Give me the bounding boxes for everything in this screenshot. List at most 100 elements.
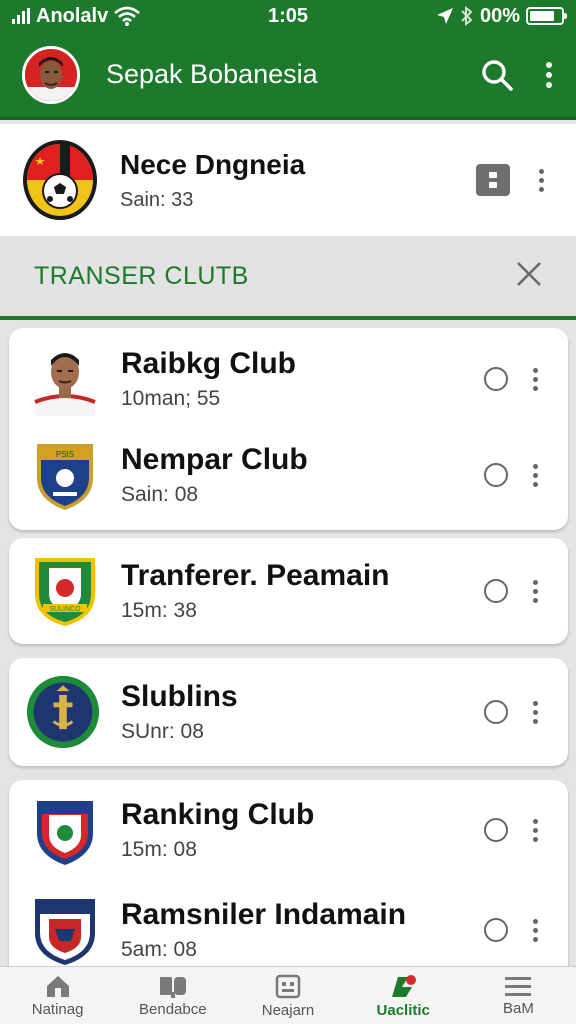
bluetooth-icon	[461, 6, 473, 26]
club-radio[interactable]	[484, 463, 508, 487]
selected-club-more-icon[interactable]	[526, 168, 556, 192]
club-subtitle: SUnr: 08	[121, 720, 204, 743]
nav-item-book[interactable]: Bendabce	[115, 967, 230, 1024]
club-name: Tranferer. Peamain	[121, 559, 390, 592]
club-text: Ranking Club 15m: 08	[121, 798, 314, 862]
section-title: TRANSER CLUTB	[34, 261, 249, 290]
club-card: Ranking Club 15m: 08 Ramsniler Indamain …	[9, 780, 568, 980]
club-row[interactable]: Raibkg Club 10man; 55	[9, 331, 568, 427]
club-more-icon[interactable]	[520, 367, 550, 391]
location-arrow-icon	[436, 8, 453, 24]
club-more-icon[interactable]	[520, 579, 550, 603]
club-text: Slublins SUnr: 08	[121, 680, 238, 744]
club-row[interactable]: SULINCO Tranferer. Peamain 15m: 38	[9, 538, 568, 644]
club-subtitle: 10man; 55	[121, 387, 221, 410]
nav-label: Bendabce	[139, 1000, 207, 1018]
battery-percent: 00%	[479, 4, 520, 27]
svg-text:PSIS: PSIS	[56, 450, 74, 459]
club-name: Slublins	[121, 680, 238, 713]
book-icon	[159, 976, 186, 998]
green-shield-crest-icon: SULINCO	[35, 558, 95, 626]
close-button[interactable]	[516, 261, 542, 292]
nav-item-home[interactable]: Natinag	[0, 967, 115, 1024]
round-blue-crest-icon	[26, 675, 100, 749]
club-subtitle: 15m: 08	[121, 838, 197, 861]
club-subtitle: 5am: 08	[121, 938, 197, 961]
wifi-icon	[114, 6, 141, 26]
club-text: Nempar Club Sain: 08	[121, 443, 308, 507]
navy-shield-crest-icon	[35, 899, 95, 965]
club-name: Ranking Club	[121, 798, 315, 831]
club-crest-icon	[23, 140, 97, 220]
signal-icon	[12, 8, 30, 24]
nav-label: Uaclitic	[376, 1001, 430, 1019]
menu-icon	[505, 976, 532, 996]
club-radio[interactable]	[484, 579, 508, 603]
club-row[interactable]: Ramsniler Indamain 5am: 08	[9, 880, 568, 980]
selected-club-subtitle: Sain: 33	[120, 188, 194, 211]
battery-icon	[526, 7, 567, 25]
selected-club-name: Nece Dngneia	[120, 148, 306, 180]
selected-club-text: Nece Dngneia Sain: 33	[120, 149, 305, 212]
search-button[interactable]	[480, 58, 514, 92]
club-text: Tranferer. Peamain 15m: 38	[121, 559, 389, 623]
club-name: Nempar Club	[121, 443, 308, 476]
club-text: Raibkg Club 10man; 55	[121, 347, 296, 411]
close-icon	[517, 261, 541, 286]
avatar-photo	[25, 48, 77, 101]
club-more-icon[interactable]	[520, 700, 550, 724]
club-subtitle: Sain: 08	[121, 483, 199, 506]
club-card: Slublins SUnr: 08	[9, 658, 568, 766]
blue-shield-crest-icon: PSIS	[37, 444, 93, 510]
grid-toggle-button[interactable]	[476, 164, 510, 196]
club-crest	[29, 342, 101, 416]
club-row[interactable]: Ranking Club 15m: 08	[9, 780, 568, 880]
club-radio[interactable]	[484, 818, 508, 842]
status-left: Anolalv	[12, 4, 141, 28]
club-name: Ramsniler Indamain	[121, 898, 407, 931]
grid-dot-icon	[489, 172, 497, 178]
nav-label: Natinag	[31, 1000, 84, 1018]
grid-dot-icon	[489, 182, 497, 188]
selected-club-crest	[20, 137, 100, 223]
club-row[interactable]: Slublins SUnr: 08	[9, 658, 568, 766]
nav-label: BaM	[502, 999, 534, 1017]
club-subtitle: 15m: 38	[121, 599, 197, 622]
club-card: SULINCO Tranferer. Peamain 15m: 38	[9, 538, 568, 644]
nav-item-calendar[interactable]: Neajarn	[230, 967, 345, 1024]
club-more-icon[interactable]	[520, 818, 550, 842]
club-card: Raibkg Club 10man; 55 PSIS Nempar Club S…	[9, 328, 568, 530]
search-icon	[482, 59, 513, 91]
club-crest	[29, 793, 101, 867]
overflow-menu-button[interactable]	[544, 61, 554, 89]
club-radio[interactable]	[484, 700, 508, 724]
avatar[interactable]	[22, 45, 80, 104]
more-vert-icon	[546, 61, 552, 88]
selected-club-card[interactable]: Nece Dngneia Sain: 33	[0, 124, 576, 236]
football-icon	[392, 974, 417, 997]
battery-level	[530, 11, 554, 21]
app-title: Sepak Bobanesia	[106, 59, 318, 89]
player-photo-icon	[34, 353, 96, 416]
club-crest	[29, 893, 101, 967]
club-more-icon[interactable]	[520, 918, 550, 942]
home-icon	[46, 975, 69, 997]
app-actions	[480, 58, 554, 92]
nav-item-menu[interactable]: BaM	[461, 967, 576, 1024]
club-crest	[26, 675, 101, 749]
section-header: TRANSER CLUTB	[0, 236, 576, 320]
club-row[interactable]: PSIS Nempar Club Sain: 08	[9, 427, 568, 523]
club-name: Raibkg Club	[121, 347, 297, 380]
calendar-icon	[275, 974, 301, 998]
app-bar: Sepak Bobanesia	[0, 32, 576, 120]
club-crest: PSIS	[29, 438, 101, 512]
club-crest: SULINCO	[29, 554, 101, 628]
carrier-name: Anolalv	[36, 4, 109, 27]
club-radio[interactable]	[484, 918, 508, 942]
bottom-nav: Natinag Bendabce Neajarn Uaclitic BaM	[0, 966, 576, 1024]
club-more-icon[interactable]	[520, 463, 550, 487]
club-radio[interactable]	[484, 367, 508, 391]
nav-item-football[interactable]: Uaclitic	[346, 967, 461, 1024]
svg-text:SULINCO: SULINCO	[49, 606, 81, 613]
red-blue-shield-crest-icon	[37, 801, 93, 865]
